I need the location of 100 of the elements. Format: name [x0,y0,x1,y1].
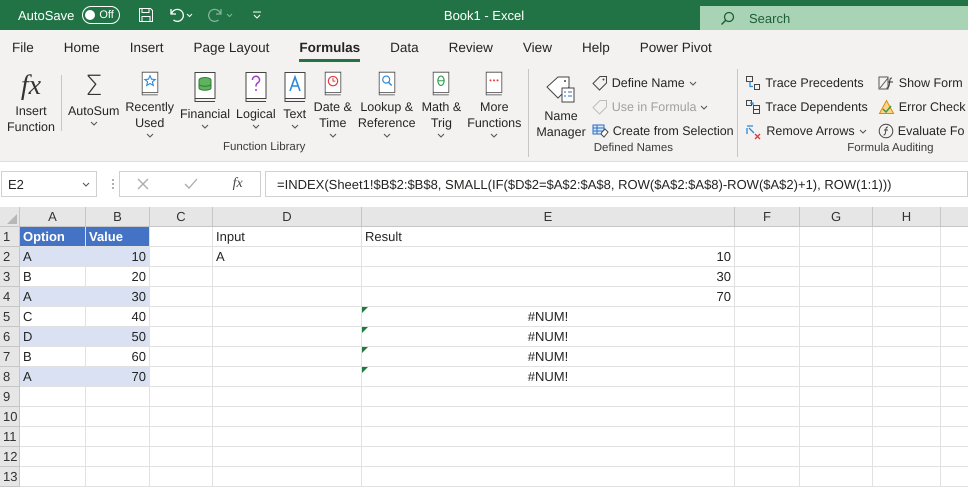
cancel-icon[interactable] [137,178,150,190]
insert-function-button[interactable]: fx [232,176,243,192]
formula-input[interactable]: =INDEX(Sheet1!$B$2:$B$8, SMALL(IF($D$2=$A$2:$A$8, ROW($A$2:$A$8)-ROW($A$2)+1), ROW(1:1))) [265,171,968,197]
table-cell: 40 [86,307,150,326]
ribbon-button[interactable]: Show Form [874,72,968,94]
column-header[interactable]: G [800,207,873,226]
ribbon-tab[interactable]: Power Pivot [628,30,724,65]
ribbon-tab[interactable]: Data [378,30,431,65]
enter-check-icon[interactable] [184,178,198,190]
ribbon-button[interactable]: More Functions [464,69,524,141]
ribbon-button[interactable]: fx Insert Function [4,69,58,141]
ribbon-tab[interactable]: Formulas [287,30,372,65]
ribbon-button[interactable]: Evaluate Fo [874,120,968,142]
table-cell: 30 [362,267,735,286]
column-header[interactable]: A [20,207,86,226]
table-cell: 70 [362,287,735,306]
row-header[interactable]: 9 [0,387,20,407]
column-header[interactable]: C [150,207,213,226]
autosave-label: AutoSave [18,8,74,22]
column-header[interactable]: H [873,207,941,226]
evaluate-formula-icon [878,123,894,139]
table-cell: 60 [86,347,150,366]
table-cell: 50 [86,327,150,346]
ribbon-button[interactable]: Define Name [588,72,737,94]
ribbon-button[interactable]: Financial [177,69,234,141]
ribbon-tab[interactable]: Review [436,30,505,65]
table-cell: #NUM! [362,367,735,386]
save-icon[interactable] [138,7,154,23]
column-header[interactable]: F [735,207,800,226]
ribbon-tab[interactable]: Help [570,30,622,65]
column-header[interactable]: D [213,207,362,226]
ribbon-tab[interactable]: Home [52,30,112,65]
redo-icon[interactable] [208,7,234,23]
ribbon-tab[interactable]: File [0,30,46,65]
table-cell: 20 [86,267,150,286]
ribbon-button[interactable]: Remove Arrows [742,120,871,142]
row-header[interactable]: 3 [0,267,20,287]
row-header[interactable]: 6 [0,327,20,347]
ribbon-button[interactable]: Create from Selection [588,120,737,142]
ribbon-button[interactable]: Date & Time [310,69,355,141]
column-header[interactable]: B [86,207,150,226]
ribbon-button[interactable]: Name Manager [533,69,589,141]
name-box[interactable]: E2 [1,171,97,197]
table-cell: A [20,367,86,386]
search-icon [720,10,735,26]
question-book-icon [242,71,269,103]
ribbon-button[interactable]: Text [278,69,311,141]
ribbon-tab[interactable]: View [510,30,564,65]
table-cell: Input [213,227,362,246]
drag-handle-icon[interactable] [111,178,115,190]
search-field[interactable]: Search [700,6,968,30]
table-tag-icon [592,123,609,139]
table-cell: A [20,247,86,266]
ribbon-button[interactable]: Error Check [874,96,968,118]
table-cell: A [213,247,362,266]
ribbon-button[interactable]: Math & Trig [418,69,464,141]
group-label: Function Library [222,141,306,155]
table-cell: 70 [86,367,150,386]
row-header[interactable]: 2 [0,247,20,267]
table-cell: #NUM! [362,327,735,346]
sigma-icon: Σ [84,69,103,103]
formula-sheet-icon [878,75,895,91]
error-indicator-icon [362,307,368,313]
row-header[interactable]: 4 [0,287,20,307]
autosave-toggle[interactable]: Off [82,6,120,24]
ribbon-button[interactable]: Σ AutoSum [64,69,122,141]
row-header[interactable]: 10 [0,407,20,427]
table-cell: A [20,287,86,306]
trace-precedents-icon [745,75,762,91]
table-cell: C [20,307,86,326]
function-icon: fx [20,69,42,103]
ribbon-tab[interactable]: Insert [118,30,176,65]
error-indicator-icon [362,367,368,373]
customize-toolbar-icon[interactable] [252,10,262,20]
undo-icon[interactable] [168,7,194,23]
window-title: Book1 - Excel [444,8,524,23]
ribbon-button[interactable]: Lookup & Reference [354,69,419,141]
column-header[interactable]: E [362,207,735,226]
ribbon-tab[interactable]: Page Layout [182,30,282,65]
row-header[interactable]: 5 [0,307,20,327]
table-cell: D [20,327,86,346]
tag-icon [592,75,608,91]
warning-check-icon [878,99,895,115]
ribbon-button[interactable]: Recently Used [122,69,178,141]
row-header[interactable]: 7 [0,347,20,367]
row-header[interactable]: 13 [0,467,20,487]
row-header[interactable]: 12 [0,447,20,467]
error-indicator-icon [362,327,368,333]
ribbon-button[interactable]: Trace Dependents [742,96,871,118]
table-cell: #NUM! [362,347,735,366]
table-cell: 10 [86,247,150,266]
ribbon-button[interactable]: Trace Precedents [742,72,871,94]
table-cell: B [20,347,86,366]
ribbon-button[interactable]: Logical [233,69,279,141]
table-cell: #NUM! [362,307,735,326]
row-header[interactable]: 8 [0,367,20,387]
row-header[interactable]: 1 [0,227,20,247]
select-all-icon[interactable] [7,214,17,224]
row-header[interactable]: 11 [0,427,20,447]
group-label: Formula Auditing [846,142,935,156]
